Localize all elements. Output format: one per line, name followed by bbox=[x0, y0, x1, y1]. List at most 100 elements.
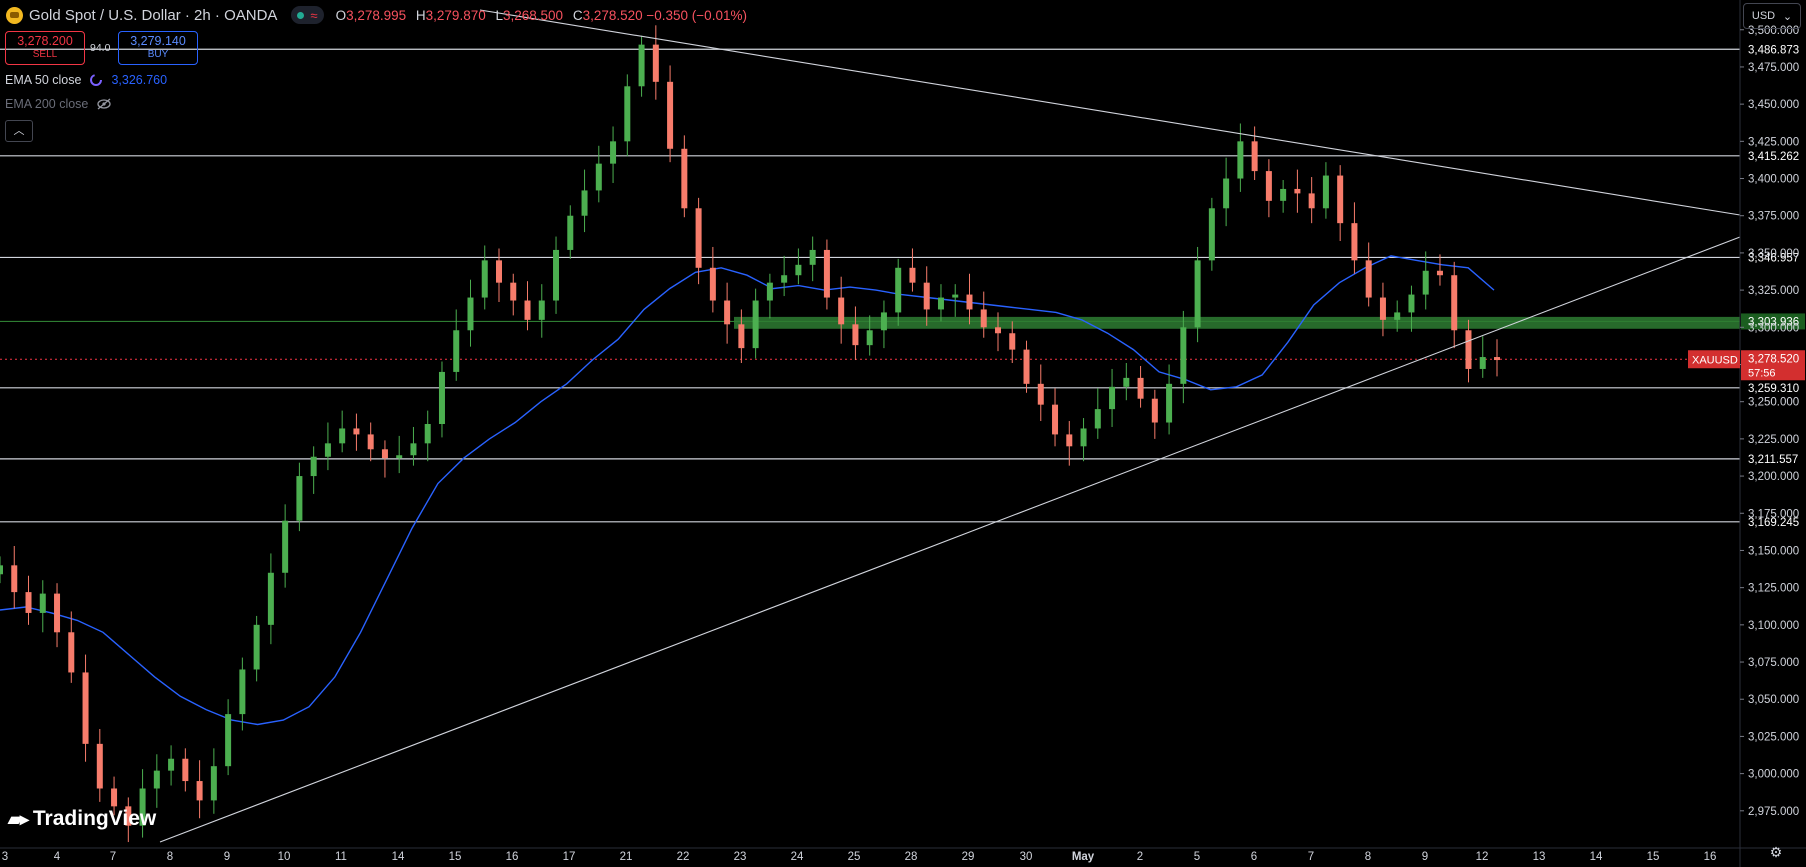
horizontal-level-label: 3,415.262 bbox=[1748, 151, 1799, 163]
candle-body bbox=[1037, 383, 1044, 405]
candle-body bbox=[39, 593, 46, 613]
wave-icon: ≈ bbox=[310, 7, 318, 23]
candle-body bbox=[1009, 333, 1016, 350]
horizontal-level-label: 3,211.557 bbox=[1748, 454, 1798, 466]
x-tick-label: 22 bbox=[677, 851, 690, 863]
candle-body bbox=[1394, 312, 1401, 320]
ohlc-high-key: H bbox=[415, 7, 426, 23]
candle-body bbox=[581, 190, 588, 216]
candle-body bbox=[11, 565, 18, 593]
candle-body bbox=[1265, 171, 1272, 201]
ema200-legend[interactable]: EMA 200 close bbox=[5, 97, 112, 111]
price-tag-value: 3,278.520 bbox=[1748, 353, 1799, 365]
currency-selector[interactable]: USD ⌄ bbox=[1743, 3, 1801, 29]
y-tick-label: 3,125.000 bbox=[1748, 583, 1799, 595]
sell-button[interactable]: 3,278.200 SELL bbox=[5, 31, 85, 65]
buy-label: BUY bbox=[147, 49, 169, 60]
candle-body bbox=[866, 330, 873, 346]
candle-body bbox=[880, 312, 887, 331]
y-tick-label: 3,225.000 bbox=[1748, 434, 1799, 446]
candle-body bbox=[1379, 297, 1386, 320]
candle-body bbox=[1223, 178, 1230, 209]
candle-body bbox=[595, 163, 602, 191]
ohlc-high-value: 3,279.870 bbox=[425, 7, 486, 23]
x-tick-label: 11 bbox=[335, 851, 347, 863]
x-tick-label: 28 bbox=[905, 851, 918, 863]
candle-body bbox=[695, 208, 702, 268]
candle-body bbox=[1066, 434, 1073, 447]
y-tick-label: 3,250.000 bbox=[1748, 397, 1799, 409]
candle-body bbox=[638, 44, 645, 87]
candle-body bbox=[852, 324, 859, 346]
ema50-legend[interactable]: EMA 50 close 3,326.760 bbox=[5, 73, 167, 87]
candle-body bbox=[267, 572, 274, 625]
y-tick-label: 3,325.000 bbox=[1748, 285, 1799, 297]
ema200-label: EMA 200 close bbox=[5, 97, 89, 111]
x-tick-label: 12 bbox=[1476, 851, 1489, 863]
price-chart[interactable]: 3,486.8733,415.2623,346.9573,303.9363,25… bbox=[0, 0, 1806, 867]
x-tick-label: 25 bbox=[848, 851, 861, 863]
gold-coin-icon bbox=[6, 6, 23, 24]
candle-body bbox=[196, 781, 203, 801]
symbol-header: Gold Spot / U.S. Dollar · 2h · OANDA ≈ O… bbox=[0, 0, 753, 30]
currency-label: USD bbox=[1751, 10, 1776, 22]
candle-body bbox=[453, 330, 460, 372]
x-tick-label: 24 bbox=[791, 851, 804, 863]
candle-body bbox=[923, 282, 930, 310]
gear-icon[interactable]: ⚙ bbox=[1767, 843, 1785, 861]
x-tick-label: 7 bbox=[110, 851, 116, 863]
candle-body bbox=[681, 148, 688, 209]
symbol-title[interactable]: Gold Spot / U.S. Dollar · 2h · OANDA bbox=[29, 7, 277, 24]
collapse-legend-button[interactable]: ︿ bbox=[5, 120, 33, 142]
candle-body bbox=[168, 758, 175, 771]
y-tick-label: 3,375.000 bbox=[1748, 211, 1799, 223]
x-tick-label: 2 bbox=[1137, 851, 1143, 863]
candle-body bbox=[667, 81, 674, 149]
x-tick-label: 13 bbox=[1533, 851, 1546, 863]
candle-body bbox=[438, 371, 445, 424]
y-tick-label: 3,350.000 bbox=[1748, 248, 1799, 260]
y-tick-label: 3,425.000 bbox=[1748, 136, 1799, 148]
candle-body bbox=[624, 86, 631, 142]
candle-body bbox=[1465, 330, 1472, 369]
candle-body bbox=[1109, 386, 1116, 410]
x-tick-label: 7 bbox=[1308, 851, 1314, 863]
candle-body bbox=[1137, 377, 1144, 399]
candle-body bbox=[781, 275, 788, 283]
x-tick-label: 29 bbox=[962, 851, 975, 863]
x-tick-label: 16 bbox=[1704, 851, 1717, 863]
candle-body bbox=[1194, 260, 1201, 328]
candle-body bbox=[210, 766, 217, 801]
candle-body bbox=[310, 456, 317, 477]
x-tick-label: 15 bbox=[449, 851, 462, 863]
candle-body bbox=[724, 300, 731, 325]
x-tick-label: 6 bbox=[1251, 851, 1257, 863]
candle-body bbox=[510, 282, 517, 301]
candle-body bbox=[1180, 327, 1187, 384]
y-tick-label: 3,050.000 bbox=[1748, 694, 1799, 706]
candle-body bbox=[1494, 357, 1500, 361]
candle-body bbox=[111, 788, 118, 807]
loading-spinner-icon bbox=[90, 74, 103, 86]
candle-body bbox=[1422, 270, 1429, 295]
buy-button[interactable]: 3,279.140 BUY bbox=[118, 31, 198, 65]
candle-body bbox=[296, 476, 303, 521]
watermark-text: TradingView bbox=[32, 807, 157, 830]
candle-body bbox=[54, 593, 61, 633]
candle-body bbox=[1479, 357, 1486, 369]
candle-body bbox=[68, 632, 75, 673]
candle-body bbox=[652, 44, 659, 82]
candle-body bbox=[339, 428, 346, 444]
y-tick-label: 3,150.000 bbox=[1748, 545, 1799, 557]
x-tick-label: 14 bbox=[392, 851, 405, 863]
candle-body bbox=[1166, 383, 1173, 423]
hidden-eye-icon[interactable] bbox=[96, 98, 112, 110]
candle-body bbox=[1280, 188, 1287, 201]
y-tick-label: 3,300.000 bbox=[1748, 322, 1799, 334]
market-status-pill[interactable]: ≈ bbox=[291, 6, 324, 24]
candle-body bbox=[153, 770, 160, 789]
candle-body bbox=[481, 260, 488, 298]
x-tick-label: May bbox=[1072, 851, 1095, 863]
candle-body bbox=[496, 260, 502, 283]
y-tick-label: 3,475.000 bbox=[1748, 62, 1799, 74]
